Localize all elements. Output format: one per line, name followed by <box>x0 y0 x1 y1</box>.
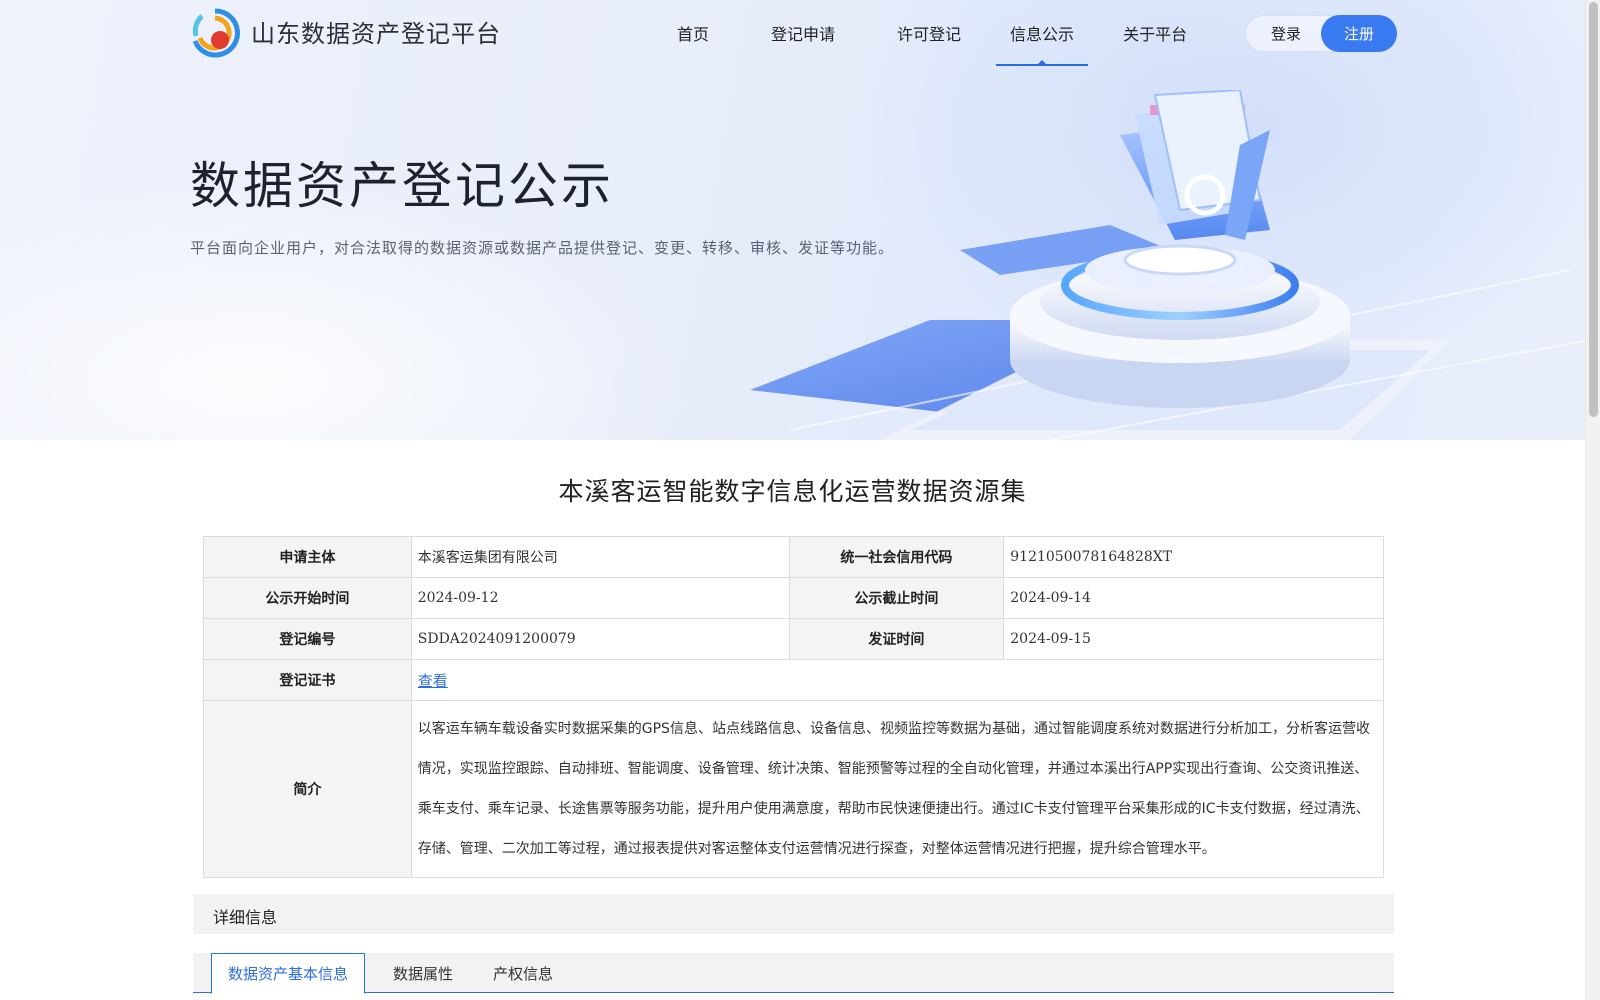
table-row: 申请主体 本溪客运集团有限公司 统一社会信用代码 912105007816482… <box>203 536 1384 578</box>
hero-description: 平台面向企业用户，对合法取得的数据资源或数据产品提供登记、变更、转移、审核、发证… <box>190 239 895 257</box>
credit-code-label: 统一社会信用代码 <box>788 536 1005 578</box>
platform-logo-icon <box>192 8 240 58</box>
nav-license-registration[interactable]: 许可登记 <box>870 0 988 66</box>
table-row: 公示开始时间 2024-09-12 公示截止时间 2024-09-14 <box>203 577 1384 619</box>
platform-brand-name: 山东数据资产登记平台 <box>251 20 501 48</box>
issue-date-value: 2024-09-15 <box>1003 618 1384 660</box>
page: 山东数据资产登记平台 首页 登记申请 许可登记 信息公示 关于平台 登录 注册 … <box>0 0 1585 1000</box>
vertical-scrollbar[interactable] <box>1585 0 1600 1000</box>
nav-about-platform[interactable]: 关于平台 <box>1096 0 1214 66</box>
auth-group: 登录 注册 <box>1245 15 1397 52</box>
tab-basic-info[interactable]: 数据资产基本信息 <box>211 953 365 994</box>
register-button[interactable]: 注册 <box>1321 15 1397 52</box>
hero-banner: 山东数据资产登记平台 首页 登记申请 许可登记 信息公示 关于平台 登录 注册 … <box>0 0 1585 440</box>
tab-property-rights[interactable]: 产权信息 <box>473 953 573 993</box>
view-certificate-link[interactable]: 查看 <box>418 672 448 690</box>
hero-title: 数据资产登记公示 <box>190 157 614 215</box>
asset-title: 本溪客运智能数字信息化运营数据资源集 <box>558 477 1027 506</box>
intro-value: 以客运车辆车载设备实时数据采集的GPS信息、站点线路信息、设备信息、视频监控等数… <box>410 700 1385 878</box>
nav-info-disclosure[interactable]: 信息公示 <box>996 0 1089 66</box>
hero-illustration <box>750 90 1585 440</box>
credit-code-value: 9121050078164828XT <box>1003 536 1384 578</box>
certificate-label: 登记证书 <box>203 659 412 701</box>
table-row: 登记证书 查看 <box>203 659 1385 701</box>
top-nav-bar: 山东数据资产登记平台 首页 登记申请 许可登记 信息公示 关于平台 登录 注册 <box>0 0 1585 66</box>
disclosure-start-value: 2024-09-12 <box>410 577 790 619</box>
applicant-value: 本溪客运集团有限公司 <box>410 536 790 578</box>
main-nav: 首页 登记申请 许可登记 信息公示 关于平台 <box>650 0 1222 66</box>
issue-date-label: 发证时间 <box>788 618 1005 660</box>
table-row: 简介 以客运车辆车载设备实时数据采集的GPS信息、站点线路信息、设备信息、视频监… <box>203 700 1385 878</box>
detail-tabs: 数据资产基本信息 数据属性 产权信息 <box>193 953 1394 994</box>
disclosure-end-value: 2024-09-14 <box>1003 577 1384 619</box>
intro-label: 简介 <box>203 700 412 878</box>
asset-info-table: 申请主体 本溪客运集团有限公司 统一社会信用代码 912105007816482… <box>203 536 1385 878</box>
login-button[interactable]: 登录 <box>1246 16 1326 51</box>
detail-section-header: 详细信息 <box>193 894 1394 934</box>
detail-section-title: 详细信息 <box>213 908 278 927</box>
registration-number-label: 登记编号 <box>203 618 412 660</box>
disclosure-start-label: 公示开始时间 <box>203 577 412 619</box>
tab-data-attributes[interactable]: 数据属性 <box>373 953 473 993</box>
scrollbar-thumb[interactable] <box>1589 2 1598 417</box>
hero-glow <box>0 180 700 440</box>
disclosure-end-label: 公示截止时间 <box>788 577 1005 619</box>
nav-home[interactable]: 首页 <box>650 0 736 66</box>
nav-registration-application[interactable]: 登记申请 <box>744 0 862 66</box>
registration-number-value: SDDA2024091200079 <box>410 618 790 660</box>
table-row: 登记编号 SDDA2024091200079 发证时间 2024-09-15 <box>203 618 1384 660</box>
certificate-cell: 查看 <box>410 659 1385 701</box>
applicant-label: 申请主体 <box>203 536 412 578</box>
